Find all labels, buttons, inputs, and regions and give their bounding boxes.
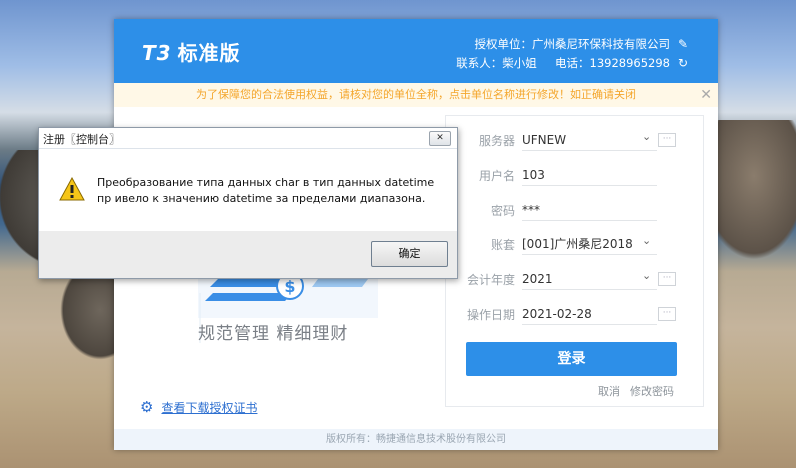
pencil-icon[interactable]: ✎ <box>676 37 690 51</box>
contact-text: 联系人：柴小姐 <box>456 56 537 70</box>
slogan: 规范管理 精细理财 <box>198 324 349 344</box>
password-label: 密码 <box>490 204 515 218</box>
server-row: 服务器 UFNEW ⌄ ··· <box>446 126 703 154</box>
password-field[interactable]: *** <box>522 200 657 221</box>
cancel-link[interactable]: 取消 <box>598 385 620 398</box>
app-logo: T3 标准版 <box>142 37 241 66</box>
close-icon[interactable]: ✕ <box>429 131 451 146</box>
dialog-titlebar[interactable]: 注册〖控制台〗 ✕ <box>39 128 457 149</box>
notice-bar: 为了保障您的合法使用权益，请核对您的单位全称，点击单位名称进行修改！如正确请关闭… <box>114 83 718 107</box>
account-row: 账套 [001]广州桑尼2018 ⌄ <box>446 230 703 258</box>
login-button[interactable]: 登录 <box>466 342 677 376</box>
notice-text[interactable]: 为了保障您的合法使用权益，请核对您的单位全称，点击单位名称进行修改！如正确请关闭 <box>196 88 636 101</box>
server-select[interactable]: UFNEW <box>522 130 657 151</box>
more-icon[interactable]: ··· <box>658 133 676 147</box>
logo-prefix: T3 <box>142 41 172 65</box>
warning-icon <box>59 177 85 201</box>
svg-text:$: $ <box>284 277 295 296</box>
user-label: 用户名 <box>478 169 515 183</box>
logo-title: 标准版 <box>177 41 241 65</box>
ok-button[interactable]: 确定 <box>371 241 448 267</box>
year-select[interactable]: 2021 <box>522 269 657 290</box>
user-row: 用户名 103 <box>446 161 703 189</box>
date-label: 操作日期 <box>466 308 515 322</box>
password-row: 密码 *** <box>446 196 703 224</box>
licensee-text[interactable]: 授权单位：广州桑尼环保科技有限公司 <box>475 37 671 51</box>
certificate-icon: ⚙ <box>140 398 154 416</box>
server-label: 服务器 <box>478 134 515 148</box>
username-field[interactable]: 103 <box>522 165 657 186</box>
year-label: 会计年度 <box>466 273 515 287</box>
account-select[interactable]: [001]广州桑尼2018 <box>522 234 657 255</box>
close-icon[interactable]: ✕ <box>700 83 712 107</box>
phone-text: 电话：13928965298 <box>555 56 670 70</box>
chevron-down-icon[interactable]: ⌄ <box>642 130 651 143</box>
year-row: 会计年度 2021 ⌄ ··· <box>446 265 703 293</box>
dialog-title: 注册〖控制台〗 <box>43 133 120 146</box>
dialog-body: Преобразование типа данных char в тип да… <box>39 149 457 231</box>
chevron-down-icon[interactable]: ⌄ <box>642 234 651 247</box>
dialog-message: Преобразование типа данных char в тип да… <box>97 176 435 205</box>
more-icon[interactable]: ··· <box>658 307 676 321</box>
form-links: 取消 修改密码 <box>588 383 674 399</box>
licensee-line: 授权单位：广州桑尼环保科技有限公司 ✎ <box>475 36 691 52</box>
more-icon[interactable]: ··· <box>658 272 676 286</box>
app-header: T3 标准版 授权单位：广州桑尼环保科技有限公司 ✎ 联系人：柴小姐 电话：1392… <box>114 19 718 83</box>
background-rock <box>718 120 796 260</box>
error-dialog: 注册〖控制台〗 ✕ Преобразование типа данных cha… <box>38 127 458 279</box>
date-row: 操作日期 2021-02-28 ··· <box>446 300 703 328</box>
copyright-footer: 版权所有：畅捷通信息技术股份有限公司 <box>114 429 718 450</box>
dialog-footer: 确定 <box>39 231 457 278</box>
refresh-icon[interactable]: ↻ <box>676 56 690 70</box>
download-certificate-link[interactable]: ⚙ 查看下载授权证书 <box>140 398 257 416</box>
chevron-down-icon[interactable]: ⌄ <box>642 269 651 282</box>
download-link-text[interactable]: 查看下载授权证书 <box>161 401 257 415</box>
account-label: 账套 <box>490 238 515 252</box>
contact-line: 联系人：柴小姐 电话：13928965298 ↻ <box>456 55 690 71</box>
date-field[interactable]: 2021-02-28 <box>522 304 657 325</box>
change-password-link[interactable]: 修改密码 <box>630 385 674 398</box>
login-form: 服务器 UFNEW ⌄ ··· 用户名 103 密码 *** 账套 [001]广… <box>445 115 704 407</box>
